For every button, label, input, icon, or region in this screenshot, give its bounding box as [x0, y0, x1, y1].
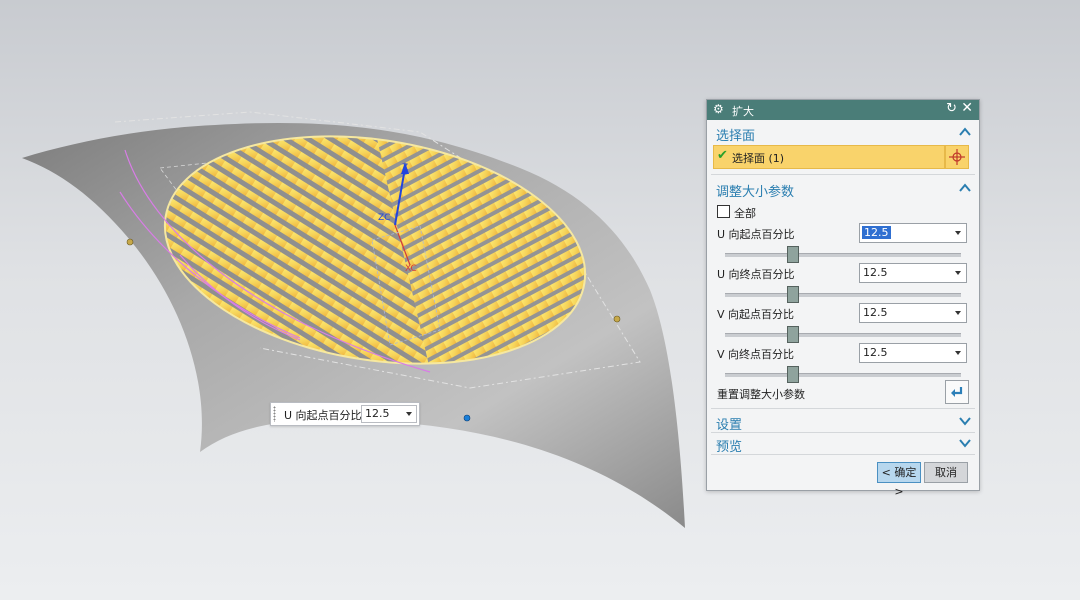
dropdown-arrow-icon [955, 311, 961, 315]
xc-axis-label: XC [405, 264, 417, 274]
param-value-dropdown[interactable]: 12.5 [859, 263, 967, 283]
dropdown-arrow-icon [955, 271, 961, 275]
check-icon: ✔ [717, 148, 728, 163]
all-checkbox[interactable] [717, 205, 730, 218]
drag-grip[interactable] [273, 406, 276, 422]
section-select-face-title: 选择面 [716, 129, 756, 144]
section-divider [711, 454, 975, 455]
param-slider-track[interactable] [725, 333, 961, 337]
dropdown-arrow-icon [955, 351, 961, 355]
onscreen-input-label: U 向起点百分比 [284, 409, 362, 422]
z-axis-label: Z [402, 163, 408, 173]
return-arrow-icon [951, 387, 963, 397]
param-label: V 向起点百分比 [717, 308, 795, 321]
param-slider-track[interactable] [725, 253, 961, 257]
drag-handle-active [463, 414, 471, 422]
select-face-field[interactable]: ✔ 选择面 (1) [713, 145, 945, 169]
zc-axis-label: ZC [378, 213, 390, 223]
all-label: 全部 [734, 207, 756, 220]
section-select-face-header[interactable]: 选择面 [711, 122, 975, 144]
dialog-titlebar[interactable]: ⚙ 扩大 ↻ ✕ [707, 100, 979, 120]
extend-dialog: ⚙ 扩大 ↻ ✕ 选择面 ✔ 选择面 (1) 调整大小参数 全部 重置调整大小参… [706, 99, 980, 498]
face-selection-tool[interactable] [945, 145, 969, 169]
section-divider [711, 174, 975, 175]
param-value: 12.5 [863, 266, 888, 279]
param-value: 12.5 [862, 226, 891, 239]
cancel-button[interactable]: 取消 [924, 462, 968, 483]
param-slider-thumb[interactable] [786, 366, 799, 383]
drag-handle [613, 315, 621, 323]
param-slider-thumb[interactable] [786, 246, 799, 263]
ok-button[interactable]: < 确定 > [877, 462, 921, 498]
param-value: 12.5 [863, 306, 888, 319]
param-label: U 向起点百分比 [717, 228, 795, 241]
section-resize-params-header[interactable]: 调整大小参数 [711, 178, 975, 200]
param-value-dropdown[interactable]: 12.5 [859, 223, 967, 243]
param-value-dropdown[interactable]: 12.5 [859, 303, 967, 323]
param-value-dropdown[interactable]: 12.5 [859, 343, 967, 363]
onscreen-input-box[interactable]: U 向起点百分比 12.5 [270, 402, 420, 426]
param-slider-track[interactable] [725, 293, 961, 297]
crosshair-icon [949, 149, 965, 165]
chevron-up-icon [959, 183, 971, 192]
select-face-label: 选择面 (1) [732, 152, 785, 165]
param-slider-thumb[interactable] [786, 326, 799, 343]
chevron-up-icon [959, 127, 971, 136]
section-settings-header[interactable]: 设置 [711, 411, 975, 433]
section-preview-title: 预览 [716, 440, 743, 455]
gear-icon[interactable]: ⚙ [713, 102, 724, 116]
section-resize-params-title: 调整大小参数 [716, 185, 795, 200]
section-settings-title: 设置 [716, 418, 743, 433]
section-preview-header[interactable]: 预览 [711, 433, 975, 455]
dialog-title: 扩大 [732, 105, 754, 118]
reset-params-button[interactable] [945, 380, 969, 404]
reset-params-label: 重置调整大小参数 [717, 388, 805, 401]
dropdown-arrow-icon [955, 231, 961, 235]
param-label: V 向终点百分比 [717, 348, 795, 361]
param-label: U 向终点百分比 [717, 268, 795, 281]
onscreen-input-select[interactable]: 12.5 [361, 405, 417, 423]
section-divider [711, 408, 975, 409]
reset-dialog-icon[interactable]: ↻ [946, 101, 957, 116]
chevron-down-icon [959, 439, 971, 448]
onscreen-input-value: 12.5 [365, 407, 390, 420]
param-value: 12.5 [863, 346, 888, 359]
dropdown-arrow-icon [406, 412, 412, 416]
param-slider-track[interactable] [725, 373, 961, 377]
chevron-down-icon [959, 417, 971, 426]
drag-handle [126, 238, 134, 246]
close-icon[interactable]: ✕ [961, 100, 973, 116]
param-slider-thumb[interactable] [786, 286, 799, 303]
